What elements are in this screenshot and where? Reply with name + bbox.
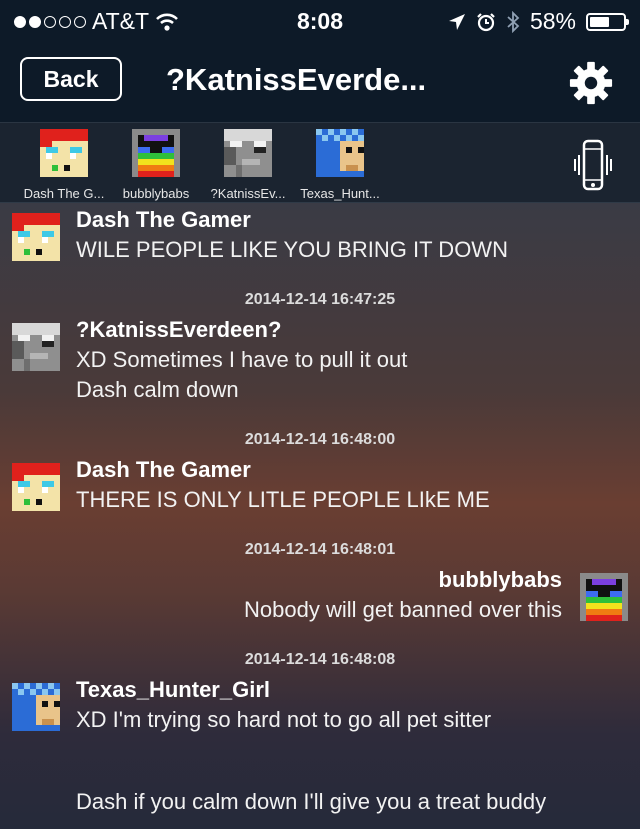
chat-area[interactable]: Dash The Gamer WILE PEOPLE LIKE YOU BRIN… bbox=[0, 203, 640, 829]
sender-name: Dash The Gamer bbox=[76, 457, 251, 482]
message-text: Nobody will get banned over this bbox=[244, 597, 562, 622]
message-text: Dash calm down bbox=[76, 377, 239, 402]
battery-icon bbox=[586, 12, 629, 31]
dash-avatar[interactable] bbox=[12, 213, 60, 261]
participant-dash[interactable]: Dash The G... bbox=[18, 129, 110, 201]
bubbly-avatar[interactable] bbox=[580, 573, 628, 621]
page-title: ?KatnissEverde... bbox=[166, 62, 427, 97]
bluetooth-icon bbox=[507, 10, 520, 33]
back-button[interactable]: Back bbox=[20, 57, 122, 101]
participant-name: Dash The G... bbox=[23, 186, 105, 201]
battery-percent: 58% bbox=[529, 8, 576, 34]
message-text: Dash if you calm down I'll give you a tr… bbox=[76, 789, 547, 814]
timestamp: 2014-12-14 16:47:25 bbox=[244, 291, 396, 308]
timestamp: 2014-12-14 16:48:00 bbox=[244, 431, 396, 448]
status-bar: AT&T 8:08 58% bbox=[0, 0, 640, 40]
participant-name: Texas_Hunt... bbox=[300, 186, 380, 201]
location-arrow-icon bbox=[448, 13, 465, 30]
phone-vibrate-icon[interactable] bbox=[574, 135, 612, 195]
participant-texas[interactable]: Texas_Hunt... bbox=[294, 129, 386, 201]
sender-name: ?KatnissEverdeen? bbox=[76, 317, 282, 342]
sender-name: Texas_Hunter_Girl bbox=[76, 677, 271, 702]
participant-name: ?KatnissEv... bbox=[210, 186, 286, 201]
nav-bar: Back ?KatnissEverde... bbox=[0, 40, 640, 123]
message-text: WILE PEOPLE LIKE YOU BRING IT DOWN bbox=[76, 237, 508, 262]
message-text: XD I'm trying so hard not to go all pet … bbox=[76, 707, 492, 732]
dash-avatar[interactable] bbox=[12, 463, 60, 511]
timestamp: 2014-12-14 16:48:08 bbox=[244, 651, 396, 668]
timestamp: 2014-12-14 16:48:01 bbox=[244, 541, 396, 558]
message-text: THERE IS ONLY LITLE PEOPLE LIkE ME bbox=[76, 487, 490, 512]
participant-bubblybabs[interactable]: bubblybabs bbox=[110, 129, 202, 201]
texas-avatar bbox=[316, 129, 364, 177]
participant-name: bubblybabs bbox=[122, 186, 190, 201]
participant-katniss[interactable]: ?KatnissEv... bbox=[202, 129, 294, 201]
message-text: XD Sometimes I have to pull it out bbox=[76, 347, 408, 372]
katniss-avatar[interactable] bbox=[12, 323, 60, 371]
katniss-avatar bbox=[224, 129, 272, 177]
sender-name: Dash The Gamer bbox=[76, 207, 251, 232]
gear-icon[interactable] bbox=[568, 60, 614, 106]
alarm-icon bbox=[477, 12, 495, 31]
bubbly-avatar bbox=[132, 129, 180, 177]
dash-avatar bbox=[40, 129, 88, 177]
status-right: 58% bbox=[448, 8, 629, 35]
texas-avatar[interactable] bbox=[12, 683, 60, 731]
participants-bar: Dash The G... bubblybabs ?KatnissEv... T… bbox=[0, 123, 640, 203]
sender-name: bubblybabs bbox=[438, 567, 562, 592]
